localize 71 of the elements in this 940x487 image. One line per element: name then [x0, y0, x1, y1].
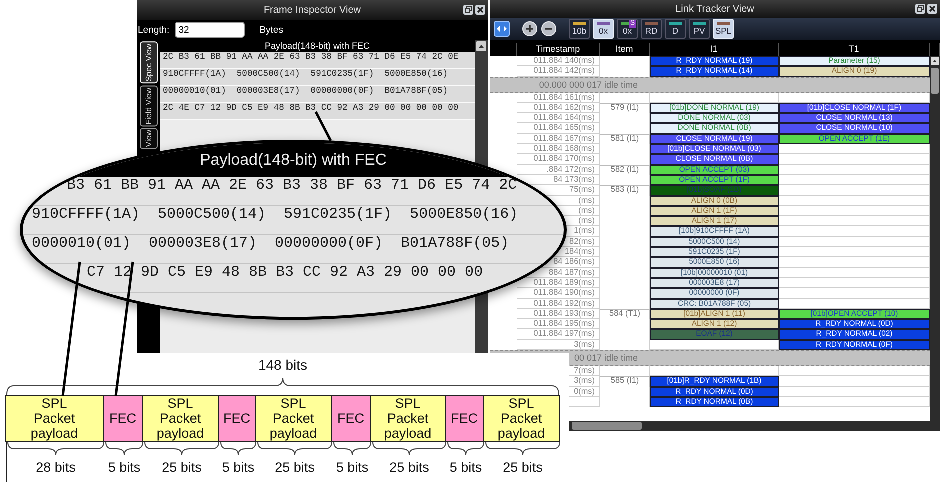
timestamp: 011.884 162(ms): [517, 102, 600, 114]
scroll-up-icon[interactable]: [476, 41, 487, 52]
link-icon[interactable]: [494, 21, 510, 37]
item-label: 579 (I1): [600, 102, 650, 114]
table-header: Payload(148-bit) with FEC: [200, 152, 387, 170]
unit-label: Bytes: [260, 24, 284, 36]
item-label: 582 (I1): [600, 164, 650, 175]
bit-count-label: 148 bits: [258, 357, 308, 373]
payload-segment: SPL Packet payload: [370, 395, 446, 442]
timestamp: 011.884 142(ms): [517, 66, 600, 77]
toggle-button[interactable]: 10b: [569, 19, 590, 39]
length-field[interactable]: 32: [174, 22, 245, 38]
window-title: Link Tracker View: [676, 4, 754, 14]
bit-count-label: 25 bits: [275, 460, 315, 475]
hex-row: 910CFFFF(1A) 5000C500(14) 591C0235(1F) 5000E850(16): [160, 69, 475, 86]
timestamp: 011.884 197(ms): [517, 329, 600, 340]
hex-row: 2C 4E C7 12 9D C5 E9 48 8B B3 CC 92 A3 29 00 00 00 00 00: [160, 103, 475, 120]
hex-row: 2C B3 61 BB 91 AA AA 2E 63 B3 38 BF 63 71 D6 E5 74 2C 0E: [160, 52, 475, 69]
timestamp: 011.884 161(ms): [517, 92, 600, 103]
timestamp: 011.884 195(ms): [517, 319, 600, 330]
fec-segment: FEC: [331, 395, 371, 442]
timestamp: 3(ms): [517, 340, 600, 350]
view-tab[interactable]: Field View: [140, 86, 158, 126]
timestamp: 011.884 164(ms): [517, 113, 600, 124]
toggle-button[interactable]: D: [665, 19, 686, 39]
item-label: 584 (T1): [600, 308, 650, 320]
item-label: 585 (I1): [600, 376, 650, 387]
fec-segment: FEC: [103, 395, 143, 442]
toggle-button[interactable]: PV: [689, 19, 710, 39]
scroll-thumb[interactable]: [931, 68, 939, 94]
idle-time: 00.000 000 017 idle time: [538, 78, 638, 92]
zoom-in-icon[interactable]: [522, 21, 538, 37]
scrollbar[interactable]: [930, 56, 940, 421]
payload-segment: SPL Packet payload: [483, 395, 560, 442]
toggle-button[interactable]: SPL: [713, 19, 734, 39]
hex-row-text: 0000010(01) 000003E8(17) 00000000(0F) B01A788F(05): [32, 235, 510, 254]
payload-segment: SPL Packet payload: [5, 395, 104, 442]
length-label: Length:: [138, 24, 170, 36]
scroll-thumb[interactable]: [572, 422, 642, 430]
payload-segment: SPL Packet payload: [142, 395, 219, 442]
table-header: Payload(148-bit) with FEC: [160, 40, 475, 52]
bit-count-label: 5 bits: [336, 460, 369, 475]
bit-count-label: 5 bits: [222, 460, 255, 475]
timestamp: 011.884 140(ms): [517, 56, 600, 66]
payload-segment: SPL Packet payload: [255, 395, 332, 442]
hex-row: 00000010(01) 000003E8(17) 00000000(0F) B01A788F(05): [160, 86, 475, 103]
idle-time: 00 017 idle time: [573, 352, 638, 366]
zoom-out-icon[interactable]: [541, 21, 557, 37]
bit-count-label: 5 bits: [450, 460, 482, 475]
restore-icon[interactable]: [915, 4, 926, 14]
window-title: Frame Inspector View: [264, 4, 362, 16]
bit-count-label: 28 bits: [36, 460, 76, 475]
bit-count-label: 5 bits: [108, 460, 141, 475]
scroll-up-icon[interactable]: [931, 57, 939, 65]
restore-icon[interactable]: [463, 4, 474, 16]
close-icon[interactable]: [475, 4, 486, 16]
item-label: 583 (I1): [600, 185, 650, 196]
timestamp: 011.884 165(ms): [517, 123, 600, 134]
item-label: 581 (I1): [600, 134, 650, 144]
fec-segment: FEC: [445, 395, 484, 442]
bit-count-label: 25 bits: [162, 460, 202, 475]
toggle-button[interactable]: RD: [641, 19, 662, 39]
toggle-button[interactable]: 0x: [593, 19, 614, 39]
timestamp: 011.884 167(ms): [517, 134, 600, 144]
view-tab[interactable]: View: [140, 128, 158, 150]
bit-count-label: 25 bits: [390, 460, 430, 475]
close-icon[interactable]: [927, 4, 938, 14]
hex-row-text: 910CFFFF(1A) 5000C500(14) 591C0235(1F) 5000E850(16): [32, 206, 518, 225]
fec-segment: FEC: [218, 395, 256, 442]
bit-count-label: 25 bits: [503, 460, 543, 475]
view-tab[interactable]: Spec View: [140, 42, 158, 84]
